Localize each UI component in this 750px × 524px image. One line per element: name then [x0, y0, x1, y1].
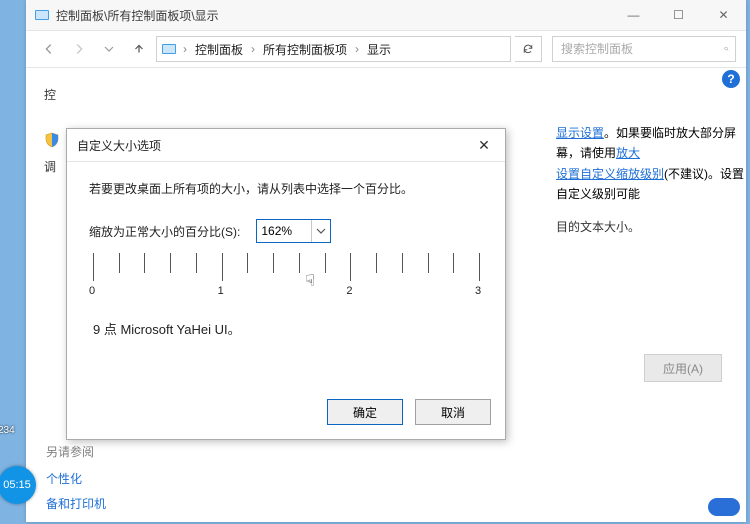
dialog-titlebar: 自定义大小选项 ✕ [67, 129, 505, 162]
tray-icon[interactable] [708, 498, 740, 516]
control-panel-window: 控制面板\所有控制面板项\显示 — ☐ ✕ › 控制面板 › 所有控制面板项 [26, 0, 746, 522]
search-box[interactable] [552, 36, 736, 62]
ruler-label: 1 [218, 285, 224, 297]
crumb-sep-icon: › [249, 42, 257, 56]
system-tray [700, 494, 748, 520]
ruler-label: 3 [475, 285, 481, 297]
chevron-down-icon[interactable] [311, 220, 330, 242]
recent-button[interactable] [96, 36, 122, 62]
ruler[interactable]: ☟ 0123 [93, 253, 479, 305]
control-panel-icon [34, 7, 50, 23]
address-bar[interactable]: › 控制面板 › 所有控制面板项 › 显示 [156, 36, 511, 62]
sample-text: 9 点 Microsoft YaHei UI。 [93, 319, 483, 338]
scale-combobox[interactable] [256, 219, 331, 243]
ok-button[interactable]: 确定 [327, 399, 403, 425]
maximize-button[interactable]: ☐ [656, 0, 701, 30]
scale-input[interactable] [257, 224, 311, 238]
up-button[interactable] [126, 36, 152, 62]
close-button[interactable]: ✕ [701, 0, 746, 30]
ruler-label: 0 [89, 285, 95, 297]
breadcrumb[interactable]: 所有控制面板项 [261, 41, 349, 58]
ruler-label: 2 [346, 285, 352, 297]
forward-button[interactable] [66, 36, 92, 62]
content-area: ? 控 校 调 显示设置。如果要临时放大部分屏幕，请使用放大 设置自定义缩放级别… [26, 68, 746, 524]
crumb-sep-icon: › [181, 42, 189, 56]
minimize-button[interactable]: — [611, 0, 656, 30]
dialog-close-button[interactable]: ✕ [473, 134, 495, 156]
custom-size-dialog: 自定义大小选项 ✕ 若要更改桌面上所有项的大小，请从列表中选择一个百分比。 缩放… [66, 128, 506, 440]
desktop-badge: 234 [0, 425, 15, 436]
dialog-backdrop: 自定义大小选项 ✕ 若要更改桌面上所有项的大小，请从列表中选择一个百分比。 缩放… [26, 68, 746, 524]
cancel-button[interactable]: 取消 [415, 399, 491, 425]
refresh-button[interactable] [515, 36, 542, 62]
breadcrumb[interactable]: 显示 [365, 41, 393, 58]
scale-label: 缩放为正常大小的百分比(S): [89, 223, 240, 240]
title-bar: 控制面板\所有控制面板项\显示 — ☐ ✕ [26, 0, 746, 31]
search-icon [724, 42, 729, 56]
address-icon [161, 41, 177, 57]
cursor-icon: ☟ [305, 271, 315, 291]
breadcrumb[interactable]: 控制面板 [193, 41, 245, 58]
window-title: 控制面板\所有控制面板项\显示 [56, 7, 611, 24]
navigation-bar: › 控制面板 › 所有控制面板项 › 显示 [26, 31, 746, 68]
search-input[interactable] [559, 41, 718, 57]
back-button[interactable] [36, 36, 62, 62]
dialog-title: 自定义大小选项 [77, 137, 161, 154]
dialog-instruction: 若要更改桌面上所有项的大小，请从列表中选择一个百分比。 [89, 180, 483, 197]
crumb-sep-icon: › [353, 42, 361, 56]
